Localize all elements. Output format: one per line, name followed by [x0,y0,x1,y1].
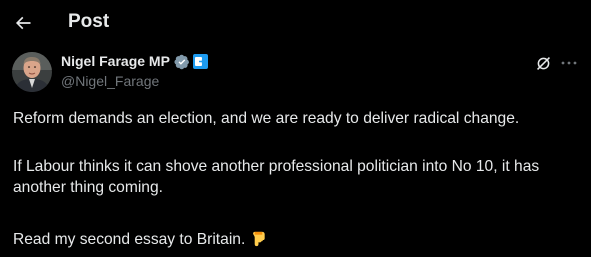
grok-icon [536,56,550,70]
affiliate-badge-icon[interactable] [192,54,208,69]
post-paragraph-2: If Labour thinks it can shove another pr… [13,158,540,196]
author-display-name[interactable]: Nigel Farage MP [61,52,170,71]
arrow-left-icon [15,16,31,30]
grok-button[interactable] [533,53,553,73]
post-paragraph-1: Reform demands an election, and we are r… [13,110,520,127]
author-name-row: Nigel Farage MP [61,52,208,71]
author-handle[interactable]: @Nigel_Farage [61,72,208,90]
post-paragraph-3-text: Read my second essay to Britain. [13,231,246,248]
page-title: Post [68,11,110,32]
more-options-button[interactable] [558,53,580,73]
top-bar: Post [0,0,591,44]
pointing-down-emoji [249,229,268,248]
avatar[interactable] [12,52,52,92]
author-info: Nigel Farage MP @Nigel_Farage [61,52,208,90]
post-paragraph-3: Read my second essay to Britain. [13,229,268,250]
more-dots-icon [561,61,577,65]
avatar-image [12,52,52,92]
back-button[interactable] [9,9,37,37]
verified-badge-icon[interactable] [174,54,190,70]
